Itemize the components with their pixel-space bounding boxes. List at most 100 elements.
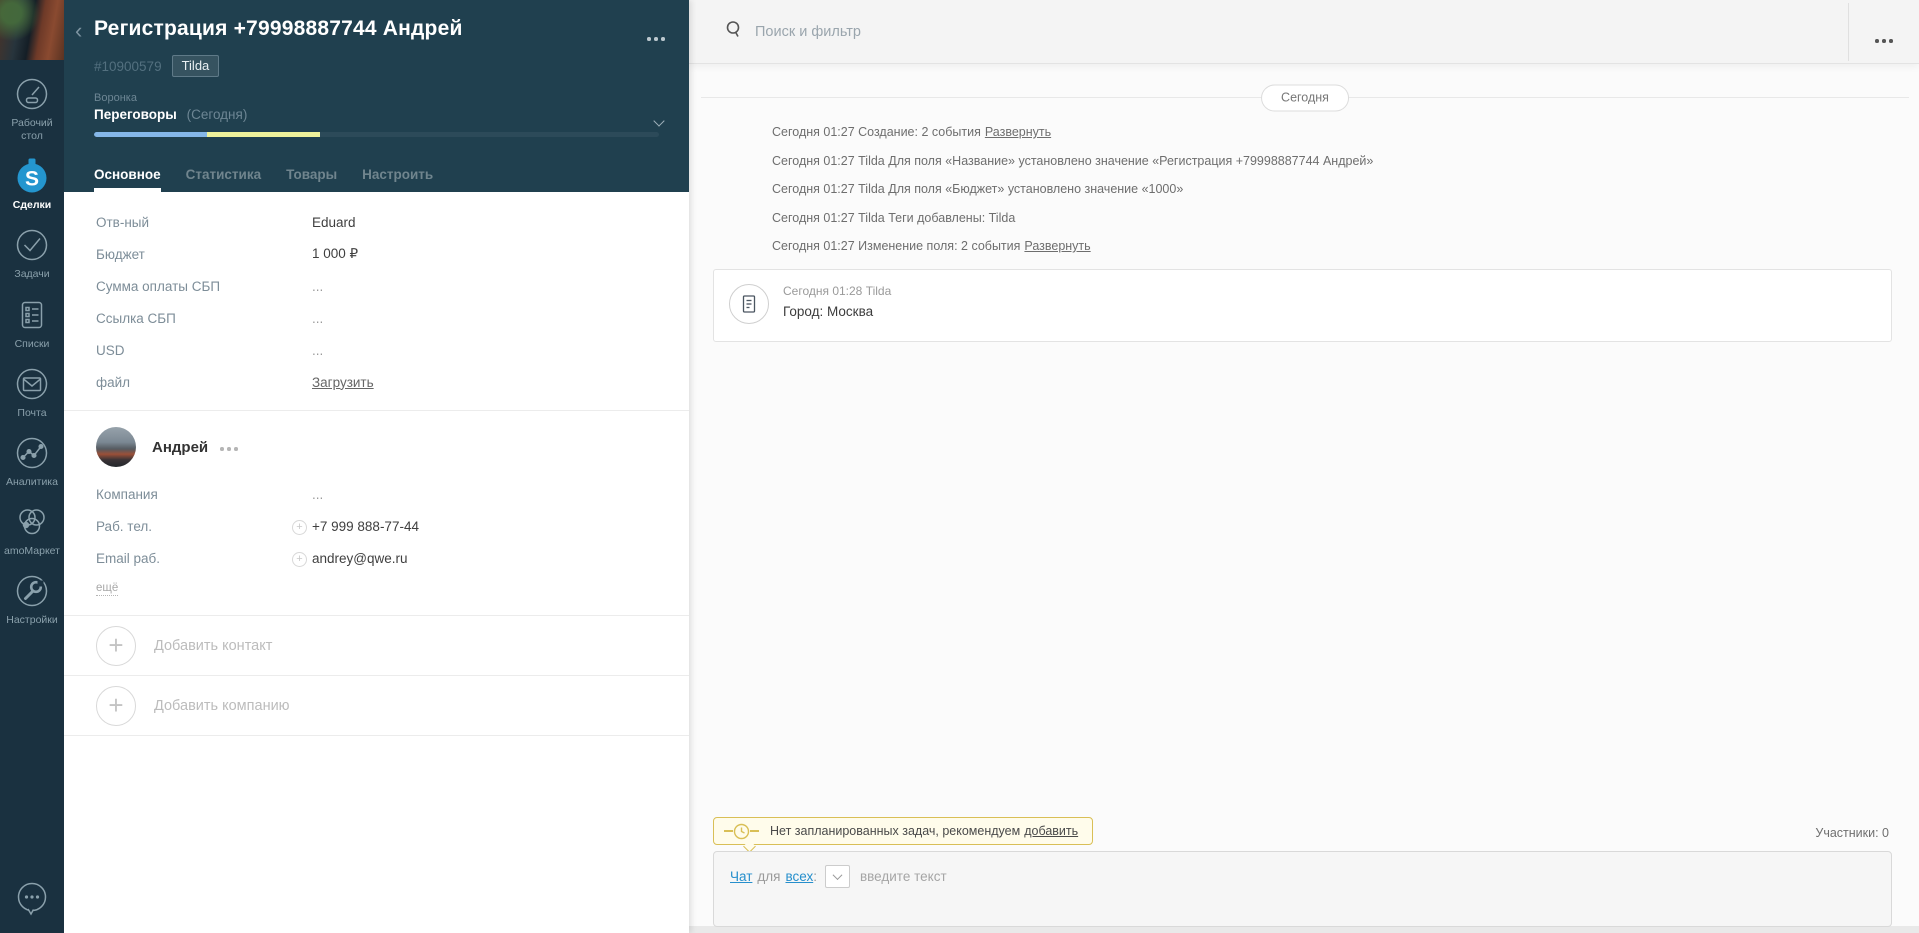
plus-icon: + — [96, 626, 136, 666]
svg-text:S: S — [25, 168, 39, 191]
field-value[interactable]: ... — [312, 279, 323, 294]
field-value[interactable]: 1 000 ₽ — [312, 246, 358, 262]
account-avatar[interactable] — [0, 0, 64, 60]
field-label: Email раб. — [96, 551, 312, 566]
note-icon — [729, 284, 769, 324]
sidebar-item-analytics[interactable]: Аналитика — [0, 433, 64, 489]
chat-type-link[interactable]: Чат — [730, 869, 752, 884]
sidebar-item-label: Сделки — [13, 199, 51, 212]
tab-setup[interactable]: Настроить — [362, 167, 433, 192]
event-text: Сегодня 01:27 Изменение поля: 2 события — [772, 239, 1020, 253]
message-composer[interactable]: Чат для всех : — [713, 851, 1892, 927]
deal-id: #10900579 — [94, 59, 162, 74]
field-label: Отв-ный — [96, 215, 312, 230]
sidebar-item-label: amoМаркет — [4, 545, 60, 558]
sidebar: Рабочий стол S Сделки З — [0, 0, 64, 933]
sidebar-item-label: Задачи — [14, 268, 49, 281]
ellipsis-icon — [220, 447, 238, 451]
sidebar-item-label: Настройки — [6, 614, 58, 627]
feed-menu-button[interactable] — [1875, 30, 1893, 48]
add-company-button[interactable]: + Добавить компанию — [64, 676, 689, 736]
search-input[interactable] — [755, 24, 1919, 40]
field-value[interactable]: ... — [312, 343, 323, 358]
divider — [64, 410, 689, 411]
sidebar-item-settings[interactable]: Настройки — [0, 571, 64, 627]
dash-decor — [724, 830, 733, 832]
sidebar-item-desktop[interactable]: Рабочий стол — [0, 74, 64, 143]
market-icon — [12, 502, 52, 542]
support-chat-button[interactable] — [12, 878, 52, 923]
deal-tabs: Основное Статистика Товары Настроить — [94, 167, 433, 192]
field-row-sbp-link: Ссылка СБП ... — [64, 302, 689, 334]
expand-link[interactable]: Развернуть — [985, 125, 1051, 139]
search-bar — [689, 0, 1919, 64]
day-divider-label: Сегодня — [1261, 84, 1349, 111]
field-row-work-email: Email раб. + andrey@qwe.ru — [64, 542, 689, 574]
add-company-label: Добавить компанию — [154, 698, 290, 714]
add-phone-icon[interactable]: + — [292, 520, 307, 535]
mail-icon — [12, 364, 52, 404]
sidebar-item-tasks[interactable]: Задачи — [0, 225, 64, 281]
audience-select[interactable] — [825, 865, 850, 888]
deal-main-tab-content: Отв-ный Eduard Бюджет 1 000 ₽ Сумма опла… — [64, 192, 689, 736]
event-text: Сегодня 01:27 Создание: 2 события — [772, 125, 981, 139]
field-row-work-phone: Раб. тел. + +7 999 888-77-44 — [64, 510, 689, 542]
add-contact-button[interactable]: + Добавить контакт — [64, 616, 689, 676]
deal-tag-tilda[interactable]: Tilda — [172, 55, 220, 77]
deals-icon: S — [12, 156, 52, 196]
contact-avatar[interactable] — [96, 427, 136, 467]
sidebar-item-label: Рабочий стол — [0, 117, 64, 143]
note-text: Город: Москва — [783, 304, 891, 319]
sidebar-item-lists[interactable]: Списки — [0, 295, 64, 351]
for-label: для — [757, 869, 780, 884]
clock-icon — [733, 823, 750, 840]
add-email-icon[interactable]: + — [292, 552, 307, 567]
tab-main[interactable]: Основное — [94, 167, 161, 192]
funnel-label: Воронка — [94, 92, 659, 104]
progress-segment-done — [94, 132, 207, 137]
field-row-sbp-amount: Сумма оплаты СБП ... — [64, 270, 689, 302]
upload-file-link[interactable]: Загрузить — [312, 375, 374, 390]
field-value[interactable]: ... — [312, 487, 323, 502]
back-icon[interactable]: ‹ — [75, 20, 82, 42]
add-task-link[interactable]: добавить — [1024, 824, 1078, 838]
email-value[interactable]: andrey@qwe.ru — [312, 551, 408, 566]
contact-name[interactable]: Андрей — [152, 439, 208, 456]
note-card[interactable]: Сегодня 01:28 Tilda Город: Москва — [713, 269, 1892, 342]
ellipsis-icon — [647, 37, 665, 41]
field-row-file: файл Загрузить — [64, 366, 689, 398]
audience-link[interactable]: всех — [785, 869, 813, 884]
tab-statistics[interactable]: Статистика — [186, 167, 261, 192]
sidebar-item-deals[interactable]: S Сделки — [0, 156, 64, 212]
sidebar-nav: Рабочий стол S Сделки З — [0, 60, 64, 640]
stage-progress-bar[interactable] — [94, 132, 659, 137]
bottom-strip — [689, 926, 1919, 933]
day-divider: Сегодня — [701, 97, 1909, 98]
field-value[interactable]: ... — [312, 311, 323, 326]
sidebar-item-market[interactable]: amoМаркет — [0, 502, 64, 558]
deal-title[interactable]: Регистрация +79998887744 Андрей — [94, 0, 659, 41]
field-row-responsible: Отв-ный Eduard — [64, 206, 689, 238]
sidebar-item-mail[interactable]: Почта — [0, 364, 64, 420]
contact-menu-button[interactable] — [220, 438, 238, 456]
message-input[interactable] — [860, 869, 1875, 884]
tab-products[interactable]: Товары — [286, 167, 337, 192]
progress-segment-current — [207, 132, 320, 137]
event-text: Сегодня 01:27 Tilda Для поля «Название» … — [772, 154, 1373, 168]
field-value[interactable]: Eduard — [312, 215, 356, 230]
sidebar-item-label: Аналитика — [6, 476, 58, 489]
deal-menu-button[interactable] — [647, 28, 665, 46]
stage-name[interactable]: Переговоры — [94, 107, 177, 122]
stage-hint: (Сегодня) — [187, 107, 248, 122]
phone-value[interactable]: +7 999 888-77-44 — [312, 519, 419, 534]
deal-header: ‹ Регистрация +79998887744 Андрей #10900… — [64, 0, 689, 192]
event-row: Сегодня 01:27 Создание: 2 события Разверн… — [772, 125, 1919, 139]
chat-bubble-icon — [12, 905, 52, 922]
event-row: Сегодня 01:27 Tilda Для поля «Бюджет» ус… — [772, 182, 1919, 196]
stage-row[interactable]: Переговоры (Сегодня) — [94, 107, 659, 122]
note-body: Сегодня 01:28 Tilda Город: Москва — [783, 284, 891, 324]
note-meta: Сегодня 01:28 Tilda — [783, 284, 891, 298]
expand-link[interactable]: Развернуть — [1024, 239, 1090, 253]
show-more-link[interactable]: ещё — [96, 582, 118, 596]
analytics-icon — [12, 433, 52, 473]
